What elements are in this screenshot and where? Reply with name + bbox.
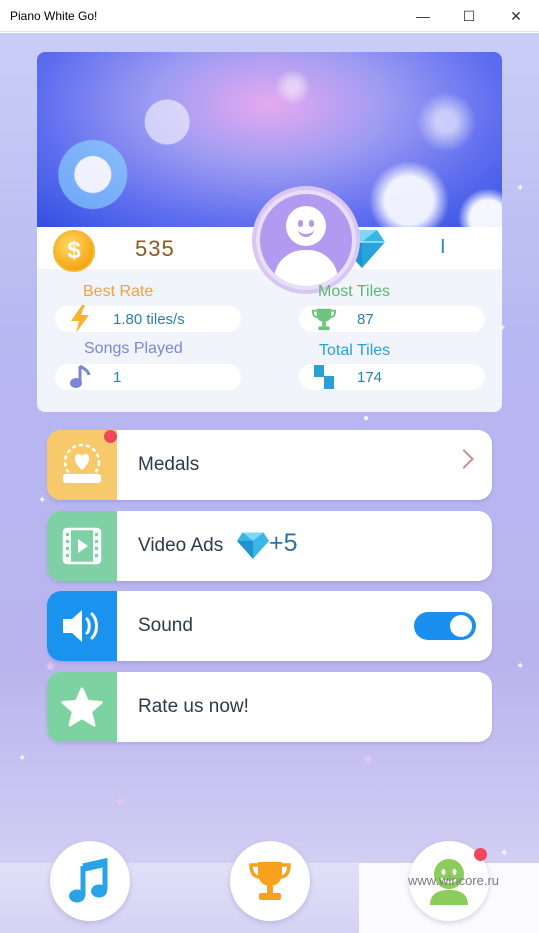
rate-us-label: Rate us now! <box>138 696 249 717</box>
video-ads-button[interactable]: Video Ads +5 <box>47 511 492 581</box>
most-tiles-value: 87 <box>357 311 374 328</box>
video-ads-icon-box <box>47 511 117 581</box>
star-decoration: ✦ <box>500 848 509 859</box>
profile-card: $ 535 I Best Rate Most Tiles 1.80 tiles/… <box>37 52 502 412</box>
watermark-text: www.wincore.ru <box>408 873 500 888</box>
maximize-button[interactable]: ☐ <box>446 0 492 32</box>
avatar[interactable] <box>252 186 360 294</box>
profile-notification-badge <box>474 848 487 861</box>
music-note-icon <box>69 857 108 903</box>
star-decoration: ● <box>363 413 370 424</box>
film-play-icon <box>62 527 102 565</box>
star-decoration: ✦ <box>38 495 47 506</box>
best-rate-pill: 1.80 tiles/s <box>55 305 241 333</box>
songs-played-pill: 1 <box>55 364 241 390</box>
gem-count: I <box>440 236 446 258</box>
total-tiles-label: Total Tiles <box>319 342 391 359</box>
video-ads-label: Video Ads <box>138 535 224 556</box>
sound-label: Sound <box>138 615 193 636</box>
coin-icon: $ <box>53 230 95 272</box>
coin-count: 535 <box>135 236 175 261</box>
tiles-icon <box>311 364 337 390</box>
star-decoration: ★ <box>114 793 127 809</box>
diamond-icon <box>237 532 269 559</box>
rate-icon-box <box>47 672 117 742</box>
sound-toggle[interactable] <box>414 612 476 640</box>
toggle-knob <box>450 615 472 637</box>
video-ads-reward: +5 <box>269 529 298 557</box>
best-rate-label: Best Rate <box>83 283 154 300</box>
star-decoration: ✦ <box>516 661 525 672</box>
app-background: ✦ ✦ ● ✦ ✦ ★ ★ ★ ✦ ✦ $ 535 I Best Rate Mo… <box>0 33 539 933</box>
minimize-button[interactable]: — <box>400 0 446 32</box>
nav-leaderboard-button[interactable] <box>230 841 310 921</box>
close-button[interactable]: ✕ <box>493 0 539 32</box>
speaker-icon <box>63 610 98 642</box>
songs-played-value: 1 <box>113 369 122 386</box>
nav-songs-button[interactable] <box>50 841 130 921</box>
trophy-icon <box>249 862 291 900</box>
medals-label: Medals <box>138 454 200 475</box>
medal-icon <box>63 443 101 483</box>
sound-row: Sound <box>47 591 492 661</box>
lightning-icon <box>67 305 93 333</box>
total-tiles-value: 174 <box>357 369 383 386</box>
notification-badge <box>104 430 117 443</box>
star-icon <box>61 687 103 727</box>
window-titlebar: Piano White Go! — ☐ ✕ <box>0 0 539 32</box>
star-decoration: ★ <box>362 751 375 767</box>
best-rate-value: 1.80 tiles/s <box>113 311 185 328</box>
sound-icon-box <box>47 591 117 661</box>
close-icon: ✕ <box>510 7 522 24</box>
trophy-small-icon <box>311 306 337 332</box>
maximize-icon: ☐ <box>462 7 476 24</box>
most-tiles-label: Most Tiles <box>318 283 391 300</box>
chevron-right-icon <box>454 449 474 469</box>
total-tiles-pill: 174 <box>299 364 485 390</box>
star-decoration: ✦ <box>18 753 27 764</box>
window-title: Piano White Go! <box>10 9 98 23</box>
avatar-icon <box>260 194 352 286</box>
songs-played-label: Songs Played <box>84 340 183 357</box>
rate-us-button[interactable]: Rate us now! <box>47 672 492 742</box>
most-tiles-pill: 87 <box>299 306 485 332</box>
star-decoration: ✦ <box>516 183 525 194</box>
music-note-small-icon <box>67 364 93 390</box>
minimize-icon: — <box>416 8 430 24</box>
